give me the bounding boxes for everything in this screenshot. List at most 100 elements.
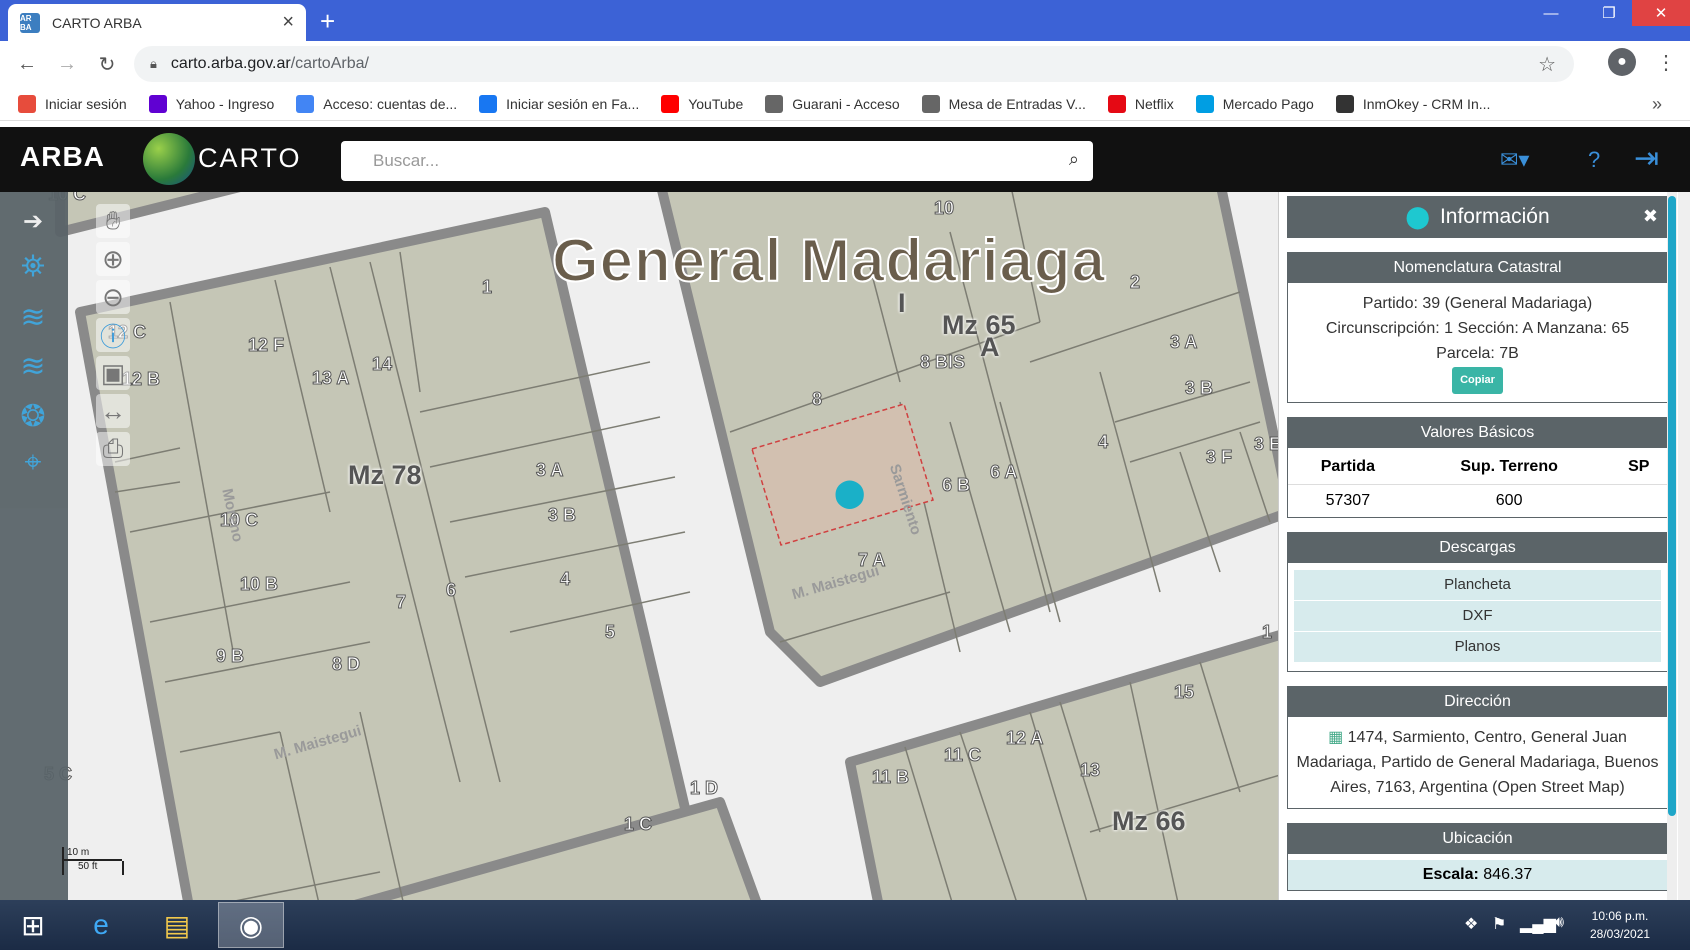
windows-start-icon[interactable]: ⊞ [0,902,66,948]
bookmark-item[interactable]: Guarani - Acceso [765,94,900,113]
chrome-icon[interactable]: ◉ [218,902,284,948]
address-bar[interactable]: 🔒︎ carto.arba.gov.ar/cartoArba/ ☆ [134,46,1574,82]
download-dxf-link[interactable]: DXF [1294,601,1661,631]
search-input[interactable] [373,151,1033,171]
measure-icon[interactable]: ↔ [96,394,130,428]
forward-arrow-icon[interactable]: → [52,49,82,79]
zoom-in-icon[interactable]: ⊕ [96,242,130,276]
parcel-label: 8 [811,389,823,410]
close-icon[interactable]: ✖ [1643,206,1658,227]
dropbox-icon[interactable]: ❖ [1464,914,1478,934]
bookmark-label: Iniciar sesión en Fa... [506,95,640,112]
bookmark-item[interactable]: Acceso: cuentas de... [296,94,457,113]
parcel-label: 11 B [871,767,910,788]
help-icon[interactable]: ? [1588,147,1600,173]
carto-logo-text: CARTO [198,143,302,173]
parcel-label: A [980,332,1000,362]
signal-icon[interactable]: ▂▄▆ [1520,914,1556,934]
print-icon[interactable]: ⎙ [96,432,130,466]
copy-button[interactable]: Copiar [1452,367,1503,394]
map-location-icon[interactable]: ⌖ [14,444,52,482]
search-icon[interactable]: ⌕ [1069,149,1079,170]
inmokey-icon [1335,94,1354,113]
scale-metric: 10 m [62,847,122,861]
ide-layers-icon[interactable]: ≋ [14,347,52,385]
map-canvas[interactable]: General Madariaga 10 C112 C12 F12 B13 A1… [0,192,1690,900]
scale-row: Escala: 846.37 [1288,860,1667,890]
bookmark-item[interactable]: InmOkey - CRM In... [1335,94,1490,113]
pan-hand-icon[interactable]: ✋︎ [96,204,130,238]
panel-scrollbar[interactable] [1667,192,1677,900]
bookmark-item[interactable]: Yahoo - Ingreso [148,94,274,113]
window-close-icon[interactable]: ✕ [1632,0,1690,26]
parcel-label: 2 [1129,272,1141,293]
bookmark-item[interactable]: Iniciar sesión en Fa... [479,94,640,113]
bookmark-item[interactable]: Mercado Pago [1195,94,1314,113]
layers-icon[interactable]: ≋ [14,298,52,336]
system-clock[interactable]: 10:06 p.m. 28/03/2021 [1590,907,1650,943]
parcel-label: 6 [445,580,457,601]
flag-icon[interactable]: ⚑ [1492,914,1506,934]
internet-explorer-icon[interactable]: e [68,902,134,948]
section-header-nomenclatura: Nomenclatura Catastral [1288,253,1667,283]
browser-tab[interactable]: AR BA CARTO ARBA × [8,4,306,41]
cell-sup-terreno: 600 [1495,492,1523,509]
url-path: /cartoArba/ [290,55,369,72]
minimize-icon[interactable]: — [1528,0,1574,26]
mail-icon[interactable]: ✉▾ [1500,147,1529,173]
parcel-label: 15 [1173,682,1195,703]
fingerprint-icon[interactable]: ❂ [14,397,52,435]
binoculars-icon[interactable]: ⛯ [14,248,52,286]
tab-close-icon[interactable]: × [282,11,294,34]
volume-icon[interactable]: 🔊︎ [1554,914,1564,932]
parcel-label: 12 A [1005,728,1044,749]
youtube-icon [661,94,680,113]
bookmark-star-icon[interactable]: ☆ [1538,52,1556,77]
column-header-partida: Partida [1288,448,1408,485]
browser-tab-bar: AR BA CARTO ARBA × + — ❐ ✕ [0,0,1690,41]
new-tab-icon[interactable]: + [320,6,335,37]
carto-globe-icon [143,133,195,185]
browser-menu-icon[interactable]: ⋮ [1656,50,1676,75]
bookmarks-more-icon[interactable]: » [1652,94,1662,115]
section-header-direccion: Dirección [1288,687,1667,717]
parcel-label: 8 D [331,654,361,675]
parcel-label: 10 B [239,574,279,595]
location-pin-icon[interactable]: ⬤ [834,476,865,509]
download-plancheta-link[interactable]: Plancheta [1294,570,1661,600]
file-explorer-icon[interactable]: ▤ [144,902,210,948]
bookmark-item[interactable]: YouTube [661,94,744,113]
bookmark-item[interactable]: Netflix [1107,94,1174,113]
restore-icon[interactable]: ❐ [1586,0,1632,26]
parcel-label: Mz 65 [942,310,1016,340]
parcel-label: 10 [933,198,955,219]
clock-time: 10:06 p.m. [1591,909,1649,923]
logout-icon[interactable]: ⇥ [1634,141,1659,176]
clock-date: 28/03/2021 [1590,927,1651,941]
mercadopago-icon [1195,94,1214,113]
bookmark-label: Mercado Pago [1222,95,1314,112]
parcel-label: Mz 66 [1112,806,1186,836]
select-area-icon[interactable]: ▣ [96,356,130,390]
back-arrow-icon[interactable]: ← [12,49,42,79]
bookmark-item[interactable]: Mesa de Entradas V... [921,94,1086,113]
bookmark-item[interactable]: Iniciar sesión [18,94,127,113]
download-planos-link[interactable]: Planos [1294,632,1661,662]
globe-icon [765,94,784,113]
info-icon[interactable]: ⓘ [96,318,130,352]
bookmarks-bar: Iniciar sesión Yahoo - Ingreso Acceso: cue… [0,87,1690,121]
column-header-sup-terreno: Sup. Terreno [1407,448,1611,485]
parcel-label: 11 C [943,745,982,766]
arba-logo[interactable]: ARBA [20,141,105,173]
map-locality-title: General Madariaga [551,226,1106,295]
zoom-out-icon[interactable]: ⊖ [96,280,130,314]
section-descargas: Descargas Plancheta DXF Planos [1287,532,1668,672]
expand-arrow-icon[interactable]: ➔ [14,202,52,240]
tab-title: CARTO ARBA [52,14,142,31]
profile-avatar-icon[interactable]: ● [1608,48,1636,76]
bookmark-label: YouTube [688,95,744,112]
reload-icon[interactable]: ↻ [92,49,122,79]
parcel-label: 3 E [1253,434,1282,455]
scale-value: 846.37 [1483,866,1533,883]
parcel-label: 1 [481,277,493,298]
